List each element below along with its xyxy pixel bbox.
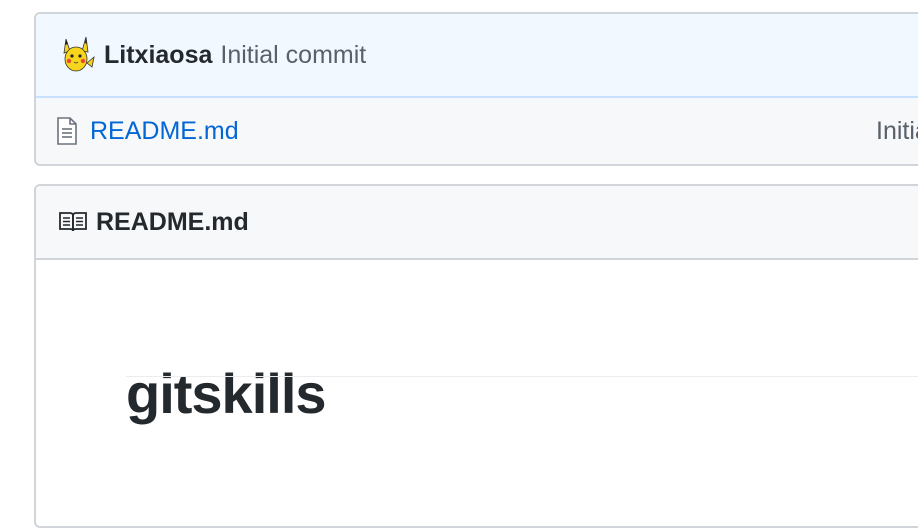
markdown-body: gitskills xyxy=(36,260,918,427)
file-commit-message[interactable]: Initial commit xyxy=(876,117,918,146)
file-text-icon xyxy=(56,117,78,145)
file-row: README.md Initial commit xyxy=(36,98,918,164)
file-link-readme[interactable]: README.md xyxy=(90,117,239,146)
commit-author[interactable]: Litxiaosa xyxy=(104,41,212,70)
readme-heading: gitskills xyxy=(126,362,327,425)
commit-tease-bar: Litxiaosa Initial commit xyxy=(36,14,918,98)
readme-title: README.md xyxy=(96,207,249,236)
heading-divider xyxy=(126,376,918,377)
readme-header: README.md xyxy=(36,186,918,260)
file-navigation-box: Litxiaosa Initial commit README.md Initi… xyxy=(34,12,918,166)
avatar[interactable] xyxy=(56,35,96,75)
readme-box: README.md gitskills xyxy=(34,184,918,528)
pikachu-avatar-icon xyxy=(63,36,95,72)
book-icon xyxy=(58,211,88,233)
commit-message[interactable]: Initial commit xyxy=(220,41,366,70)
